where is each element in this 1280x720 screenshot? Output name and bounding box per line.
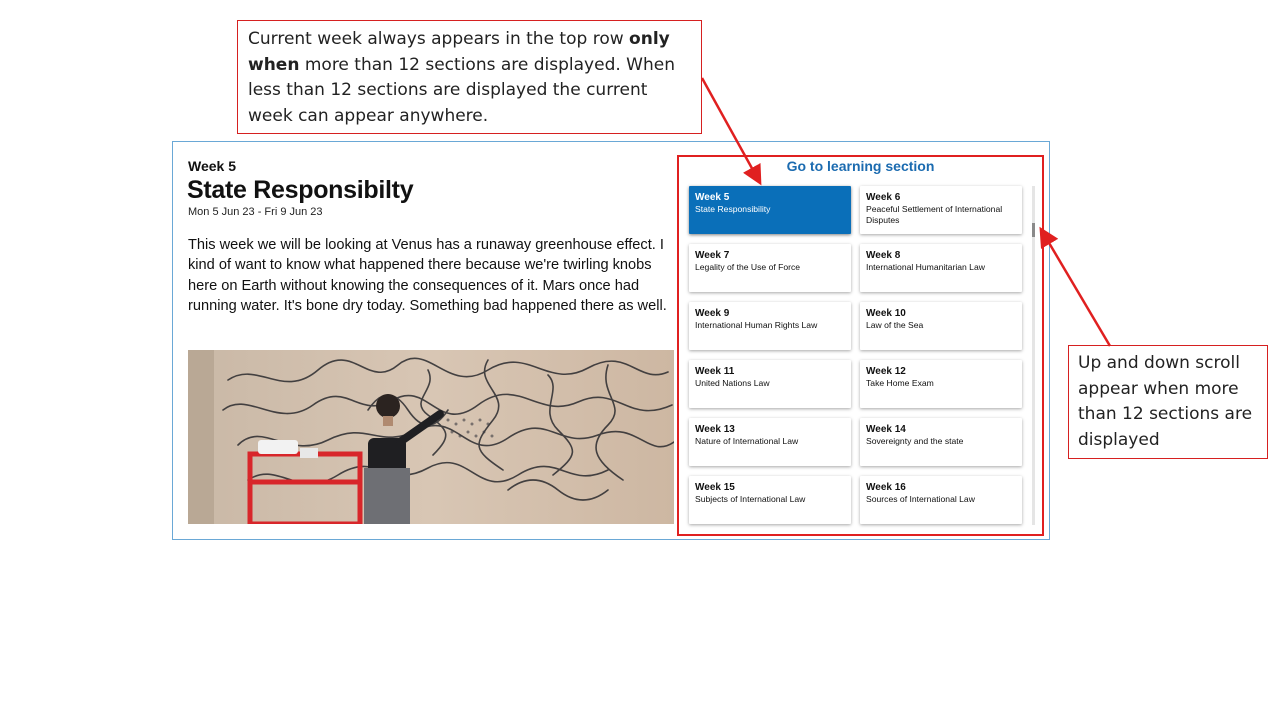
annotation-scroll-note: Up and down scroll appear when more than… — [1068, 345, 1268, 459]
learning-section-title: Go to learning section — [786, 158, 935, 174]
section-card-week: Week 11 — [695, 366, 735, 377]
section-card-week: Week 15 — [695, 482, 735, 493]
section-card-week: Week 6 — [866, 192, 901, 203]
week-description: This week we will be looking at Venus ha… — [188, 237, 667, 315]
section-card-week: Week 9 — [695, 308, 730, 319]
section-card-week-16[interactable]: Week 16 Sources of International Law — [860, 476, 1022, 524]
week-label: Week 5 — [188, 158, 236, 174]
section-card-topic: International Humanitarian Law — [866, 262, 985, 272]
section-card-topic: Peaceful Settlement of International Dis… — [866, 204, 1003, 225]
week-dates: Mon 5 Jun 23 - Fri 9 Jun 23 — [188, 206, 323, 218]
section-card-week-6[interactable]: Week 6 Peaceful Settlement of Internation… — [860, 186, 1022, 234]
section-card-week-9[interactable]: Week 9 International Human Rights Law — [689, 302, 851, 350]
section-card-week: Week 14 — [866, 424, 906, 435]
section-card-week-13[interactable]: Week 13 Nature of International Law — [689, 418, 851, 466]
hero-image — [188, 350, 674, 524]
section-card-week-5[interactable]: Week 5 State Responsibility — [689, 186, 851, 234]
section-card-week: Week 16 — [866, 482, 906, 493]
annotation-current-week-note: Current week always appears in the top r… — [237, 20, 702, 134]
annotation-text-2: more than 12 sections are displayed. Whe… — [248, 54, 675, 126]
page-title: State Responsibilty — [187, 176, 414, 204]
section-card-week-12[interactable]: Week 12 Take Home Exam — [860, 360, 1022, 408]
section-card-week-7[interactable]: Week 7 Legality of the Use of Force — [689, 244, 851, 292]
section-card-week-14[interactable]: Week 14 Sovereignty and the state — [860, 418, 1022, 466]
section-card-topic: Legality of the Use of Force — [695, 262, 801, 272]
section-card-topic: United Nations Law — [695, 378, 770, 388]
section-card-week-10[interactable]: Week 10 Law of the Sea — [860, 302, 1022, 350]
section-card-topic: Law of the Sea — [866, 320, 924, 330]
annotation-text-1: Current week always appears in the top r… — [248, 29, 630, 49]
scrollbar-thumb[interactable] — [1032, 223, 1035, 237]
section-card-week-15[interactable]: Week 15 Subjects of International Law — [689, 476, 851, 524]
section-card-week: Week 7 — [695, 250, 730, 261]
section-card-week-11[interactable]: Week 11 United Nations Law — [689, 360, 851, 408]
section-card-week: Week 10 — [866, 308, 906, 319]
arrow-to-scrollbar — [1039, 226, 1112, 347]
section-card-topic: State Responsibility — [695, 204, 771, 214]
section-card-topic: Sovereignty and the state — [866, 436, 964, 446]
section-card-topic: International Human Rights Law — [695, 320, 818, 330]
section-card-week: Week 5 — [695, 192, 730, 203]
section-card-topic: Nature of International Law — [695, 436, 799, 446]
section-card-week: Week 8 — [866, 250, 901, 261]
section-card-week: Week 12 — [866, 366, 906, 377]
section-card-topic: Subjects of International Law — [695, 494, 806, 504]
section-card-topic: Sources of International Law — [866, 494, 975, 504]
section-card-topic: Take Home Exam — [866, 378, 934, 388]
section-card-week-8[interactable]: Week 8 International Humanitarian Law — [860, 244, 1022, 292]
section-card-week: Week 13 — [695, 424, 735, 435]
